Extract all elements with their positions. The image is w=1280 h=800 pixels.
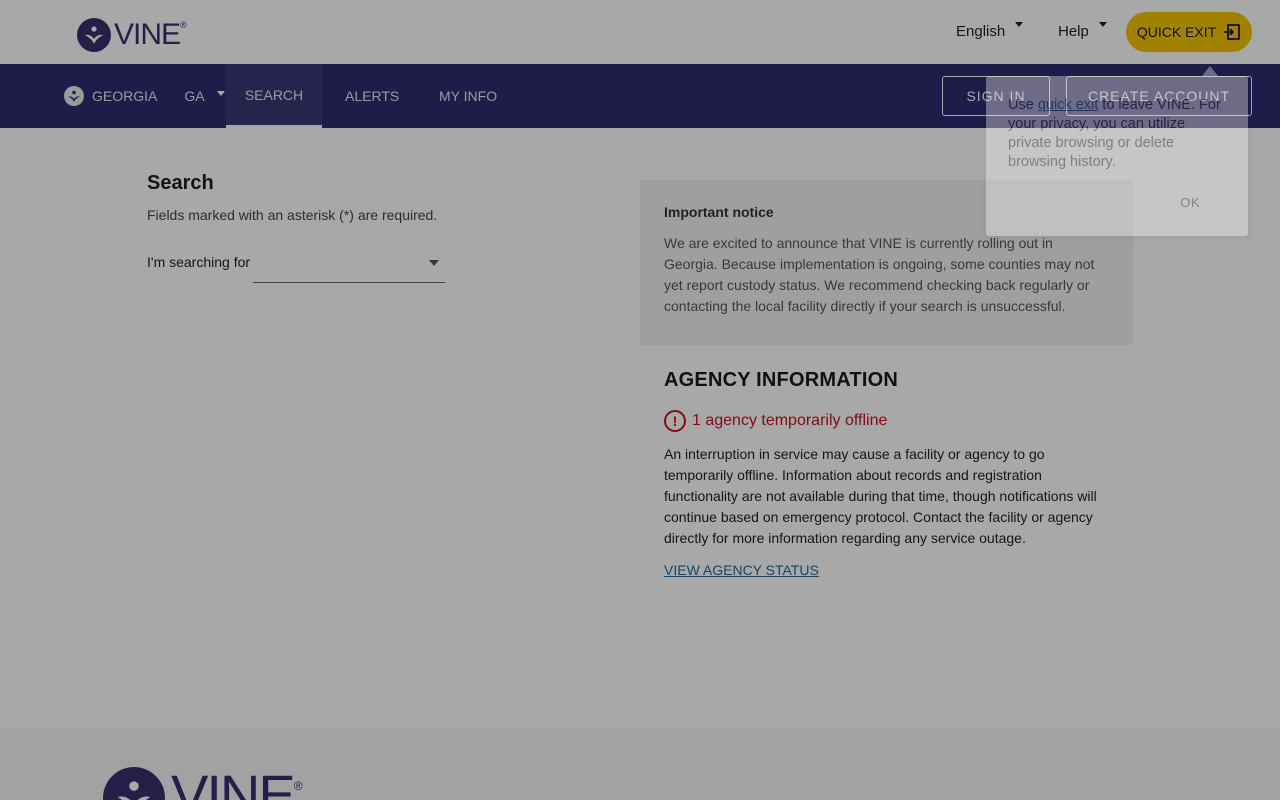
tooltip-text-before: Use bbox=[1008, 97, 1038, 113]
quick-exit-tooltip: Use quick exit to leave VINE. For your p… bbox=[986, 76, 1248, 236]
tooltip-arrow bbox=[1202, 66, 1218, 76]
tooltip-message: Use quick exit to leave VINE. For your p… bbox=[1008, 96, 1226, 172]
tooltip-ok-button[interactable]: OK bbox=[1180, 195, 1200, 210]
tooltip-quick-exit-link[interactable]: quick exit bbox=[1038, 97, 1098, 113]
